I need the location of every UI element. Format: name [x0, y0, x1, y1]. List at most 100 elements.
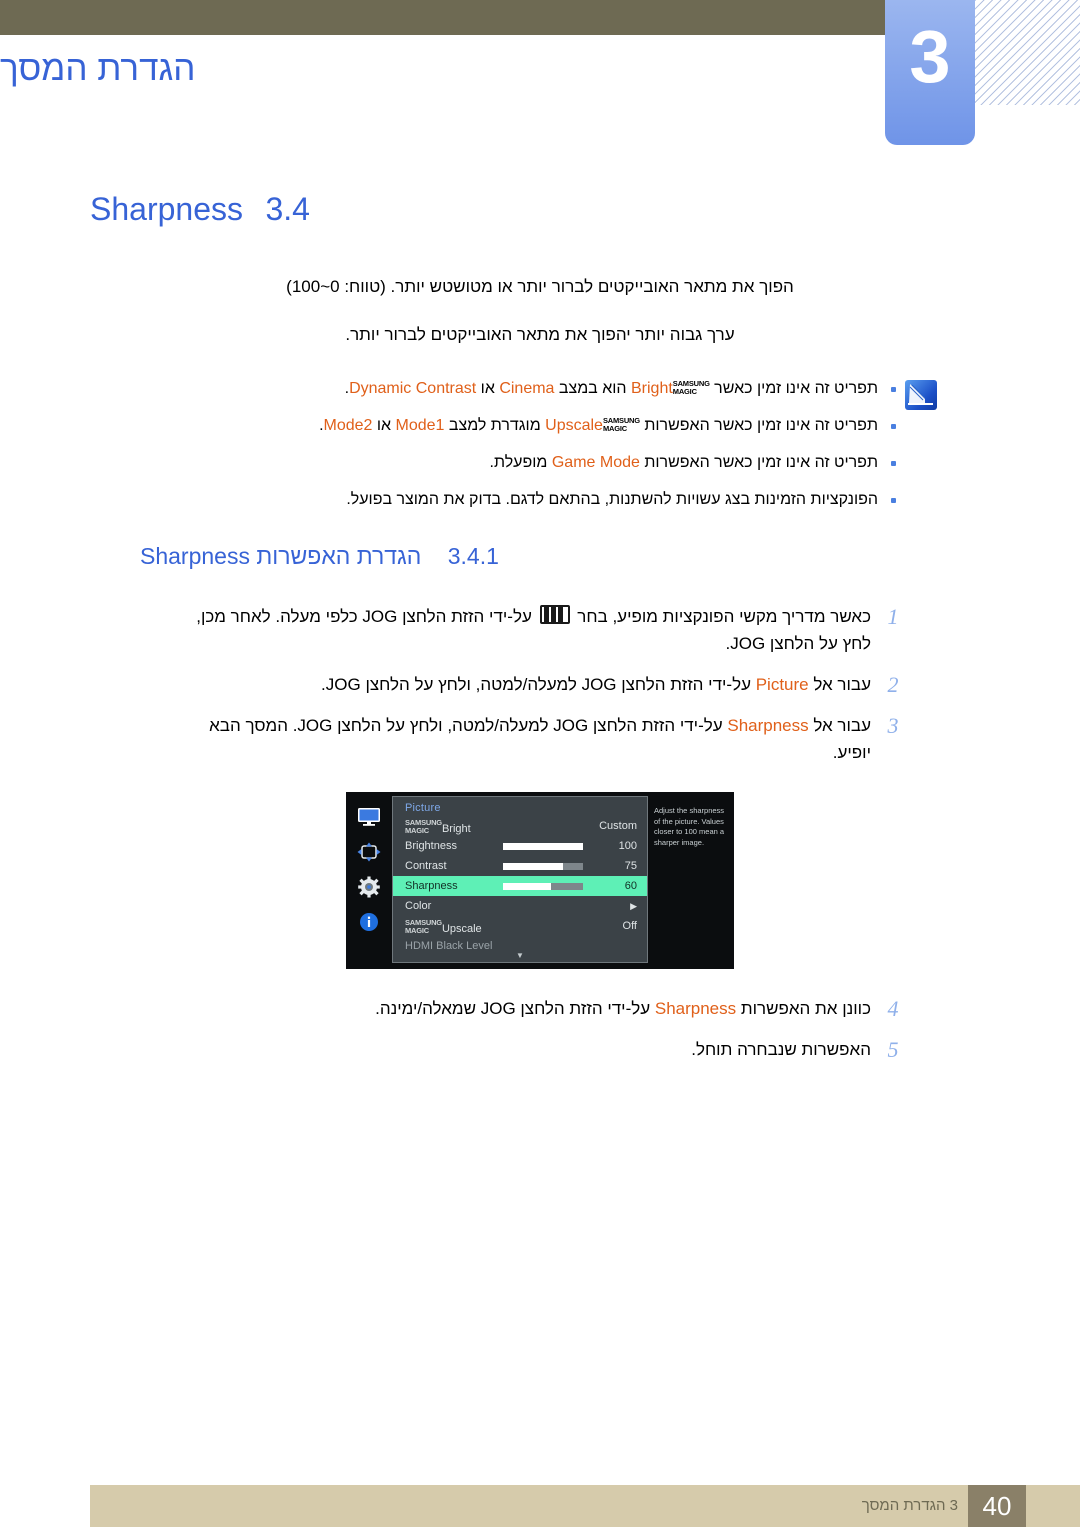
osd-row-label: SAMSUNG MAGIC Bright: [405, 818, 471, 835]
footer-chapter-label: 3 הגדרת המסך: [0, 1485, 958, 1527]
osd-row-color[interactable]: Color ▶: [393, 896, 647, 916]
osd-row-sharpness[interactable]: Sharpness 60: [393, 876, 647, 896]
samsung-magic-bottom: MAGIC: [405, 925, 429, 935]
note-text-plain: הפונקציות הזמינות בצג עשויות להשתנות, בה…: [346, 491, 878, 508]
step-number: 2: [887, 672, 899, 697]
note-item: תפריט זה אינו זמין כאשר SAMSUNG MAGIC Brig…: [180, 378, 900, 400]
note-text-mid: הוא במצב: [554, 380, 631, 397]
step-text-a: כאשר מדריך מקשי הפונקציות מופיע, בחר: [572, 607, 871, 626]
note-item: הפונקציות הזמינות בצג עשויות להשתנות, בה…: [180, 489, 900, 511]
step-number: 5: [887, 1037, 899, 1062]
osd-row-value: 60: [624, 880, 637, 892]
footer-chapter-label-text: 3 הגדרת המסך: [861, 1497, 958, 1514]
osd-slider-brightness[interactable]: [503, 842, 583, 850]
steps-list-continued: 4 כוונן את האפשרות Sharpness על-ידי הזזת…: [0, 995, 1080, 1063]
step-term: Picture: [755, 675, 809, 694]
header-olive-bar: [0, 0, 885, 35]
osd-window: Picture SAMSUNG MAGIC Bright Custom Bright…: [346, 792, 734, 969]
samsung-magic-mark: SAMSUNG MAGIC: [405, 918, 442, 935]
osd-row-magicupscale[interactable]: SAMSUNG MAGIC Upscale Off: [393, 916, 647, 936]
section-paragraph-1: הפוך את מתאר האובייקטים לברור יותר או מט…: [286, 277, 794, 296]
note-term-2: Mode1: [395, 417, 445, 434]
note-term-1: Bright: [630, 380, 673, 397]
chapter-title: הגדרת המסך: [0, 49, 196, 88]
note-term-1: Upscale: [545, 417, 603, 434]
samsung-magic-mark: SAMSUNG MAGIC: [405, 818, 442, 835]
notes-list: תפריט זה אינו זמין כאשר SAMSUNG MAGIC Brig…: [180, 378, 900, 511]
osd-row-value: Off: [622, 920, 637, 932]
section-title: Sharpness: [90, 191, 243, 227]
subsection-heading: הגדרת האפשרות Sharpness 3.4.1: [0, 541, 1080, 591]
osd-row-name: Upscale: [441, 922, 482, 935]
note-text-conj: או: [476, 380, 500, 397]
section-paragraph-2: ערך גבוה יותר יהפוך את מתאר האובייקטים ל…: [345, 325, 735, 344]
osd-menu-title: Picture: [405, 802, 441, 814]
page-footer: 3 הגדרת המסך 40: [0, 1470, 1080, 1527]
step-item: 2 עבור אל Picture על-ידי הזזת הלחצן JOG …: [170, 671, 905, 698]
osd-row-value: 75: [624, 860, 637, 872]
note-text-prefix: תפריט זה אינו זמין כאשר האפשרות: [639, 417, 878, 434]
header-hatch-decoration: [975, 0, 1080, 105]
osd-slider-sharpness[interactable]: [503, 882, 583, 890]
note-text-prefix: תפריט זה אינו זמין כאשר האפשרות: [639, 454, 878, 471]
step-text-a: עבור אל: [808, 675, 871, 694]
step-number: 1: [887, 604, 899, 629]
osd-row-magicbright[interactable]: SAMSUNG MAGIC Bright Custom: [393, 816, 647, 836]
step-term: Sharpness: [654, 999, 737, 1018]
chevron-right-icon: ▶: [630, 900, 637, 911]
note-text-mid: מוגדרת למצב: [444, 417, 546, 434]
note-item: תפריט זה אינו זמין כאשר האפשרות Game Mod…: [180, 452, 900, 474]
page-content: Sharpness 3.4 הפוך את מתאר האובייקטים לב…: [0, 190, 1080, 1077]
subsection-title-en: Sharpness: [140, 543, 250, 569]
osd-row-name: Bright: [441, 822, 471, 835]
gear-icon[interactable]: [356, 876, 382, 898]
chevron-down-icon[interactable]: ▼: [393, 952, 647, 960]
note-text-conj: או: [372, 417, 396, 434]
monitor-icon[interactable]: [356, 806, 382, 828]
note-text-mid: מופעלת.: [489, 454, 552, 471]
note-term-3: Mode2: [323, 417, 373, 434]
osd-row-name: Contrast: [405, 860, 447, 872]
step-item: 3 עבור אל Sharpness על-ידי הזזת הלחצן JO…: [170, 712, 905, 766]
samsung-magic-bottom: MAGIC: [602, 424, 627, 433]
samsung-magic-bottom: MAGIC: [672, 387, 697, 396]
page-number: 40: [968, 1485, 1026, 1527]
osd-row-contrast[interactable]: Contrast 75: [393, 856, 647, 876]
osd-row-name: Brightness: [405, 840, 457, 852]
info-icon[interactable]: [356, 911, 382, 933]
osd-row-brightness[interactable]: Brightness 100: [393, 836, 647, 856]
osd-row-label: SAMSUNG MAGIC Upscale: [405, 918, 482, 935]
step-text-b: על-ידי הזזת הלחצן JOG למעלה/למטה, ולחץ ע…: [321, 675, 756, 694]
osd-help-text: Adjust the sharpness of the picture. Val…: [648, 792, 734, 969]
step-number: 4: [887, 996, 899, 1021]
subsection-title-he: הגדרת האפשרות: [256, 543, 422, 569]
samsung-magic-bottom: MAGIC: [405, 825, 429, 835]
notes-block: תפריט זה אינו זמין כאשר SAMSUNG MAGIC Brig…: [0, 378, 1080, 511]
step-text-b: על-ידי הזזת הלחצן JOG שמאלה/ימינה.: [375, 999, 655, 1018]
subsection-title: הגדרת האפשרות Sharpness: [140, 541, 421, 571]
step-item: 4 כוונן את האפשרות Sharpness על-ידי הזזת…: [170, 995, 905, 1022]
step-number: 3: [887, 713, 899, 738]
step-item: 1 כאשר מדריך מקשי הפונקציות מופיע, בחר ע…: [170, 603, 905, 657]
osd-row-value: Custom: [599, 820, 637, 832]
steps-list: 1 כאשר מדריך מקשי הפונקציות מופיע, בחר ע…: [0, 603, 1080, 766]
osd-row-name: HDMI Black Level: [405, 940, 493, 952]
step-item: 5 האפשרות שנבחרה תוחל.: [170, 1036, 905, 1063]
step-text-a: עבור אל: [808, 716, 871, 735]
page-header: 3 הגדרת המסך: [0, 0, 1080, 160]
osd-row-value: 100: [618, 840, 637, 852]
note-term-3: Dynamic Contrast: [349, 380, 477, 397]
osd-menu-panel: Picture SAMSUNG MAGIC Bright Custom Bright…: [392, 796, 648, 963]
note-text-prefix: תפריט זה אינו זמין כאשר: [709, 380, 878, 397]
note-term-2: Cinema: [499, 380, 555, 397]
osd-slider-contrast[interactable]: [503, 862, 583, 870]
section-heading: Sharpness 3.4: [0, 190, 1080, 252]
samsung-magic-mark: SAMSUNG MAGIC: [603, 417, 640, 433]
samsung-magic-mark: SAMSUNG MAGIC: [673, 380, 710, 396]
osd-icon-rail: [346, 792, 392, 969]
osd-row-name: Sharpness: [405, 880, 458, 892]
note-pen-icon: [905, 380, 937, 410]
step-text-a: כוונן את האפשרות: [736, 999, 871, 1018]
menu-bars-icon: [539, 605, 570, 624]
four-way-arrows-icon[interactable]: [356, 841, 382, 863]
